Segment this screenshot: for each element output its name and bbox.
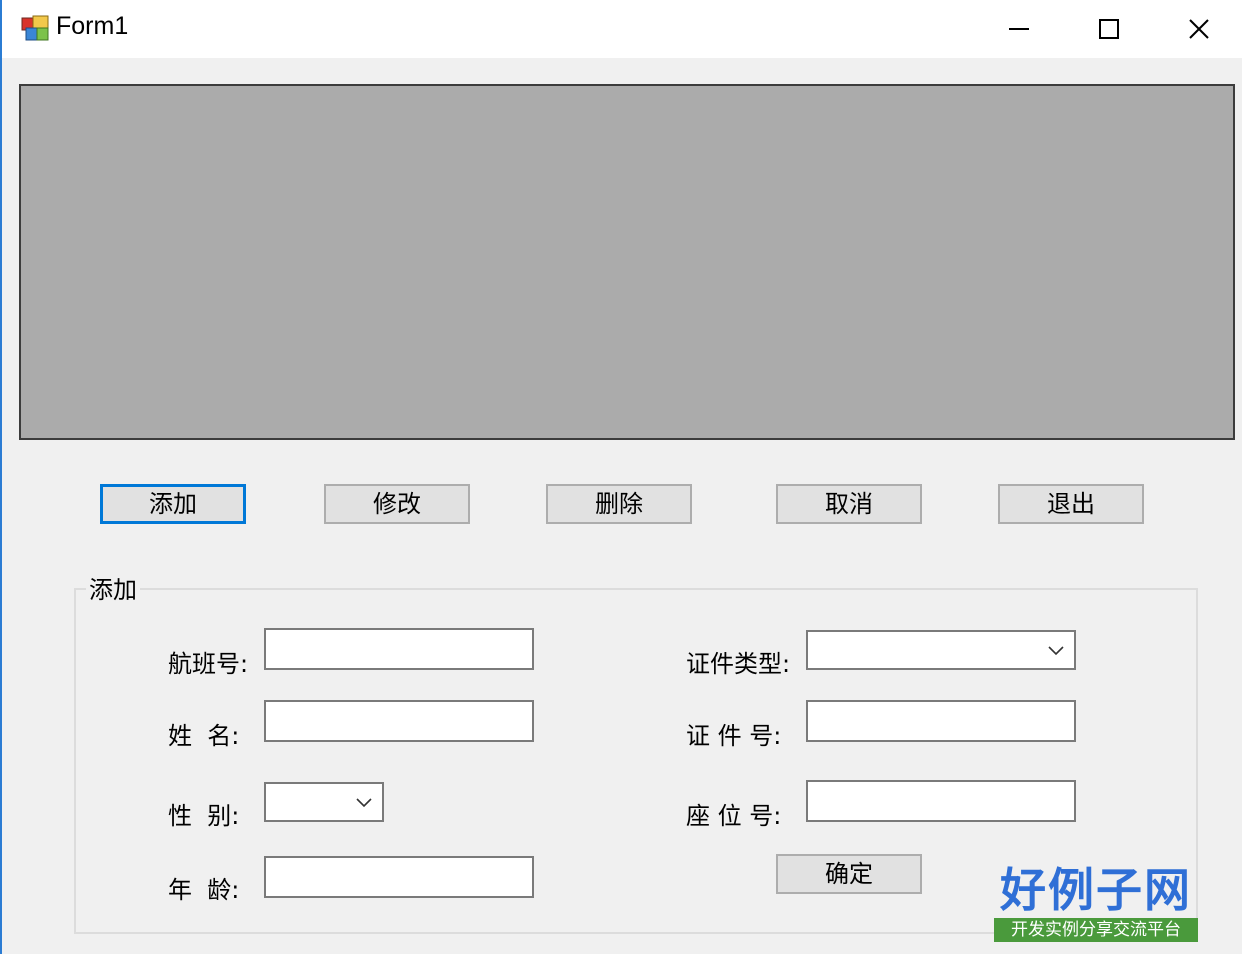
flight-no-label: 航班号: xyxy=(168,650,249,678)
modify-button[interactable]: 修改 xyxy=(324,484,470,524)
confirm-button[interactable]: 确定 xyxy=(776,854,922,894)
close-icon xyxy=(1189,19,1209,39)
seat-no-input[interactable] xyxy=(806,780,1076,822)
id-type-combobox[interactable] xyxy=(806,630,1076,670)
flight-no-input[interactable] xyxy=(264,628,534,670)
minimize-icon xyxy=(1009,28,1029,30)
form-app-icon xyxy=(21,15,49,41)
close-button[interactable] xyxy=(1154,0,1242,58)
id-no-label: 证 件 号: xyxy=(686,722,782,750)
chevron-down-icon xyxy=(1048,646,1064,656)
seat-no-label: 座 位 号: xyxy=(686,802,782,830)
title-bar[interactable]: Form1 xyxy=(2,0,1242,58)
exit-button[interactable]: 退出 xyxy=(998,484,1144,524)
chevron-down-icon xyxy=(356,798,372,808)
id-type-label: 证件类型: xyxy=(686,650,791,678)
cancel-button[interactable]: 取消 xyxy=(776,484,922,524)
gender-combobox[interactable] xyxy=(264,782,384,822)
minimize-button[interactable] xyxy=(974,0,1064,58)
form-window: Form1 添加 修改 删除 取消 退出 添加 航班号: 姓 名: 性 别: 年… xyxy=(0,0,1242,954)
groupbox-title: 添加 xyxy=(86,570,140,605)
age-input[interactable] xyxy=(264,856,534,898)
gender-label: 性 别: xyxy=(168,802,240,830)
window-title: Form1 xyxy=(56,12,129,40)
add-button[interactable]: 添加 xyxy=(100,484,246,524)
watermark-subtitle: 开发实例分享交流平台 xyxy=(994,918,1198,942)
site-watermark-logo: 好例子网 开发实例分享交流平台 xyxy=(994,862,1198,942)
maximize-button[interactable] xyxy=(1064,0,1154,58)
watermark-title: 好例子网 xyxy=(1000,863,1192,917)
id-no-input[interactable] xyxy=(806,700,1076,742)
name-input[interactable] xyxy=(264,700,534,742)
data-grid-view[interactable] xyxy=(19,84,1235,440)
delete-button[interactable]: 删除 xyxy=(546,484,692,524)
name-label: 姓 名: xyxy=(168,722,240,750)
maximize-icon xyxy=(1099,19,1119,39)
age-label: 年 龄: xyxy=(168,876,240,904)
